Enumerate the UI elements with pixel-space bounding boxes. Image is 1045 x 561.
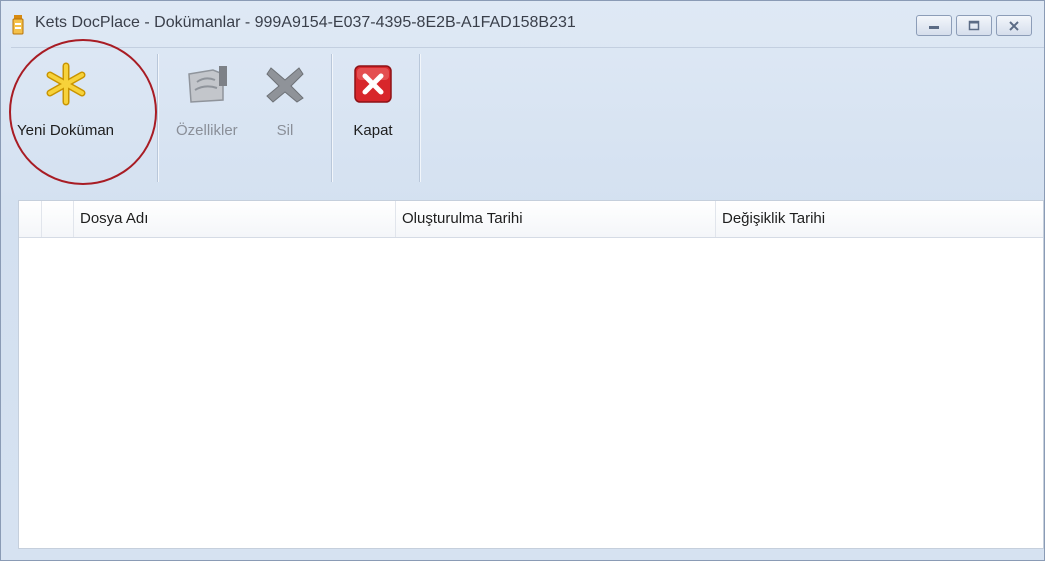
close-button[interactable]: Kapat <box>349 60 397 170</box>
properties-button[interactable]: Özellikler <box>176 60 238 170</box>
minimize-button[interactable] <box>916 15 952 36</box>
properties-label: Özellikler <box>176 122 238 139</box>
maximize-icon <box>968 20 980 30</box>
x-icon <box>266 67 304 103</box>
maximize-button[interactable] <box>956 15 992 36</box>
row-indicator-header[interactable] <box>19 201 42 237</box>
document-hand-icon <box>188 66 227 103</box>
delete-label: Sil <box>276 122 294 139</box>
minimize-icon <box>929 25 939 29</box>
column-header-modified-date[interactable]: Değişiklik Tarihi <box>716 201 1043 237</box>
new-document-button[interactable]: Yeni Doküman <box>17 60 114 170</box>
close-icon <box>1009 20 1019 31</box>
toolbar-ribbon: Yeni Doküman Özellikler Sil Kapat <box>11 47 1044 190</box>
asterisk-icon <box>46 62 85 106</box>
close-red-icon <box>354 65 392 103</box>
app-icon <box>12 15 24 35</box>
spacer-header <box>42 201 74 237</box>
toolbar-separator <box>419 54 420 182</box>
documents-grid[interactable]: Dosya Adı Oluşturulma Tarihi Değişiklik … <box>18 200 1044 549</box>
delete-button[interactable]: Sil <box>261 60 309 170</box>
column-header-created-date[interactable]: Oluşturulma Tarihi <box>396 201 716 237</box>
new-document-label: Yeni Doküman <box>17 122 115 139</box>
column-header-file-name[interactable]: Dosya Adı <box>74 201 396 237</box>
close-label: Kapat <box>353 122 393 139</box>
close-window-button[interactable] <box>996 15 1032 36</box>
toolbar-separator <box>331 54 332 182</box>
app-window: Kets DocPlace - Dokümanlar - 999A9154-E0… <box>0 0 1045 561</box>
grid-header: Dosya Adı Oluşturulma Tarihi Değişiklik … <box>19 201 1043 238</box>
toolbar-separator <box>157 54 158 182</box>
title-bar[interactable]: Kets DocPlace - Dokümanlar - 999A9154-E0… <box>1 1 1044 45</box>
window-title: Kets DocPlace - Dokümanlar - 999A9154-E0… <box>35 14 576 31</box>
